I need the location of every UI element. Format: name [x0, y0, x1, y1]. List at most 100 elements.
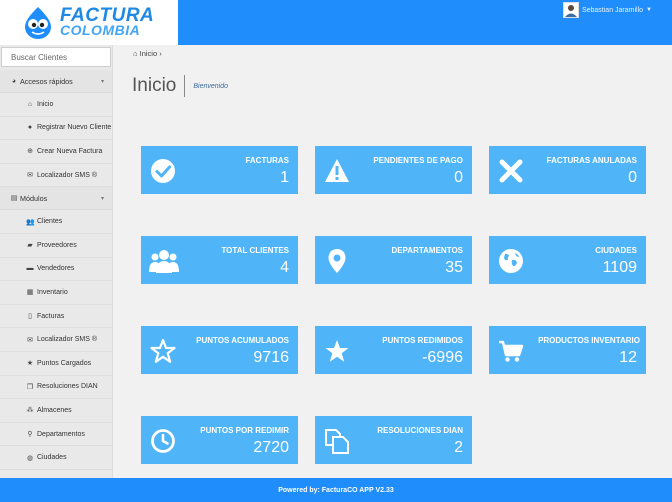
- brand-line1: FACTURA: [60, 4, 155, 26]
- sidebar-item-new-invoice[interactable]: ⊕ Crear Nueva Factura: [0, 140, 112, 164]
- footer: Powered by: FacturaCO APP V2.33: [0, 478, 672, 502]
- home-icon: ⌂: [133, 49, 138, 58]
- globe-icon: [499, 249, 523, 273]
- users-icon: [149, 250, 179, 273]
- card-value: 4: [280, 259, 289, 276]
- sidebar-item-resoluciones[interactable]: ❐ Resoluciones DIAN: [0, 376, 112, 400]
- card-puntos-redimidos[interactable]: PUNTOS REDIMIDOS -6996: [315, 326, 472, 374]
- sidebar-item-sms-locator-2[interactable]: ✉ Localizador SMS ®: [0, 328, 112, 352]
- section-quick-access[interactable]: ◕ Accesos rápidos ▾: [0, 70, 112, 93]
- sidebar-item-label: Localizador SMS ®: [37, 336, 98, 344]
- sidebar-item-label: Departamentos: [37, 430, 85, 438]
- breadcrumb-separator-icon: ›: [159, 49, 162, 58]
- sidebar-item-proveedores[interactable]: ▰ Proveedores: [0, 234, 112, 258]
- home-icon: ⌂: [27, 100, 33, 108]
- card-label: FACTURAS: [245, 156, 289, 165]
- user-menu[interactable]: Sebastian Jaramillo ▼: [562, 2, 652, 18]
- card-resoluciones-dian[interactable]: RESOLUCIONES DIAN 2: [315, 416, 472, 464]
- section-modules[interactable]: ▤ Módulos ▾: [0, 187, 112, 211]
- envelope-icon: ✉: [27, 172, 33, 180]
- sidebar-item-almacenes[interactable]: ⁂ Almacenes: [0, 399, 112, 423]
- section-label: Módulos: [20, 193, 48, 203]
- brand-line2: COLOMBIA: [60, 21, 141, 38]
- book-icon: ▤: [10, 195, 18, 203]
- card-value: 0: [454, 169, 463, 186]
- plus-circle-icon: ⊕: [27, 148, 33, 156]
- page-title: Inicio: [132, 75, 177, 96]
- sidebar-item-label: Inicio: [37, 100, 54, 108]
- users-icon: 👥: [26, 218, 35, 226]
- globe-icon: ◍: [26, 454, 34, 462]
- sidebar-item-vendedores[interactable]: ▬ Vendedores: [0, 258, 112, 282]
- check-circle-icon: [151, 159, 175, 183]
- card-value: -6996: [422, 349, 463, 366]
- sidebar-item-label: Vendedores: [37, 265, 75, 273]
- truck-icon: ▰: [27, 242, 33, 250]
- card-label: PRODUCTOS INVENTARIO: [538, 336, 640, 345]
- grid-icon: ▦: [26, 289, 34, 297]
- briefcase-icon: ▬: [26, 265, 34, 273]
- sidebar-item-clientes[interactable]: 👥 Clientes: [0, 210, 112, 234]
- card-label: TOTAL CLIENTES: [221, 246, 289, 255]
- document-icon: ▯: [28, 313, 32, 321]
- user-avatar-icon: [564, 5, 577, 17]
- sidebar-item-label: Proveedores: [37, 241, 77, 249]
- sidebar-item-puntos-cargados[interactable]: ★ Puntos Cargados: [0, 352, 112, 376]
- card-puntos-acumulados[interactable]: PUNTOS ACUMULADOS 9716: [141, 326, 298, 374]
- user-name: Sebastian Jaramillo: [581, 6, 644, 14]
- brand-logo[interactable]: FACTURA COLOMBIA: [0, 0, 178, 45]
- card-value: 2720: [253, 439, 289, 456]
- sidebar-item-label: Crear Nueva Factura: [37, 147, 103, 155]
- card-puntos-por-redimir[interactable]: PUNTOS POR REDIMIR 2720: [141, 416, 298, 464]
- clock-icon: [151, 429, 175, 453]
- dashboard-icon: ◕: [11, 77, 17, 85]
- card-label: DEPARTAMENTOS: [391, 246, 463, 255]
- breadcrumb-home[interactable]: Inicio: [140, 49, 158, 58]
- sidebar-item-inventario[interactable]: ▦ Inventario: [0, 281, 112, 305]
- avatar: [562, 2, 579, 18]
- card-departamentos[interactable]: DEPARTAMENTOS 35: [315, 236, 472, 284]
- card-label: PENDIENTES DE PAGO: [373, 156, 463, 165]
- sidebar-item-ciudades[interactable]: ◍ Ciudades: [0, 446, 112, 470]
- card-value: 2: [454, 439, 463, 456]
- sitemap-icon: ⁂: [26, 407, 34, 415]
- sidebar-item-label: Clientes: [37, 218, 63, 226]
- sidebar-item-register-client[interactable]: ● Registrar Nuevo Cliente: [0, 117, 112, 141]
- star-icon: ★: [26, 360, 34, 368]
- top-bar: FACTURA COLOMBIA Sebastian Jaramillo ▼: [0, 0, 672, 45]
- copy-icon: [325, 429, 349, 454]
- sidebar-item-label: Inventario: [37, 288, 68, 296]
- x-icon: [499, 159, 523, 183]
- card-label: PUNTOS POR REDIMIR: [200, 426, 289, 435]
- sidebar-item-sms-locator[interactable]: ✉ Localizador SMS ®: [0, 164, 112, 188]
- card-label: PUNTOS REDIMIDOS: [382, 336, 463, 345]
- star-icon: [325, 340, 349, 362]
- star-outline-icon: [150, 338, 176, 363]
- card-total-clientes[interactable]: TOTAL CLIENTES 4: [141, 236, 298, 284]
- sidebar-item-facturas[interactable]: ▯ Facturas: [0, 305, 112, 329]
- card-anuladas[interactable]: FACTURAS ANULADAS 0: [489, 146, 646, 194]
- sidebar-item-label: Localizador SMS ®: [37, 171, 98, 179]
- envelope-icon: ✉: [27, 336, 33, 344]
- sidebar-item-label: Facturas: [37, 312, 65, 320]
- card-productos-inventario[interactable]: PRODUCTOS INVENTARIO 12: [489, 326, 646, 374]
- brand-name: FACTURA COLOMBIA: [60, 4, 155, 38]
- sidebar-item-label: Ciudades: [37, 454, 67, 462]
- card-pendientes[interactable]: PENDIENTES DE PAGO 0: [315, 146, 472, 194]
- sidebar-item-departamentos[interactable]: ⚲ Departamentos: [0, 423, 112, 447]
- search-input[interactable]: Buscar Clientes: [1, 47, 111, 67]
- sidebar-item-label: Puntos Cargados: [37, 359, 92, 367]
- card-ciudades[interactable]: CIUDADES 1109: [489, 236, 646, 284]
- card-label: RESOLUCIONES DIAN: [377, 426, 463, 435]
- sidebar-item-inicio[interactable]: ⌂ Inicio: [0, 93, 112, 117]
- sidebar-item-label: Resoluciones DIAN: [37, 383, 98, 391]
- breadcrumb: ⌂ Inicio ›: [133, 49, 162, 58]
- map-pin-icon: ⚲: [27, 431, 33, 439]
- card-value: 1: [280, 169, 289, 186]
- card-value: 9716: [253, 349, 289, 366]
- card-value: 12: [619, 349, 637, 366]
- cart-icon: [499, 340, 524, 362]
- warning-icon: [325, 159, 349, 182]
- card-facturas[interactable]: FACTURAS 1: [141, 146, 298, 194]
- sidebar-item-label: Almacenes: [37, 406, 72, 414]
